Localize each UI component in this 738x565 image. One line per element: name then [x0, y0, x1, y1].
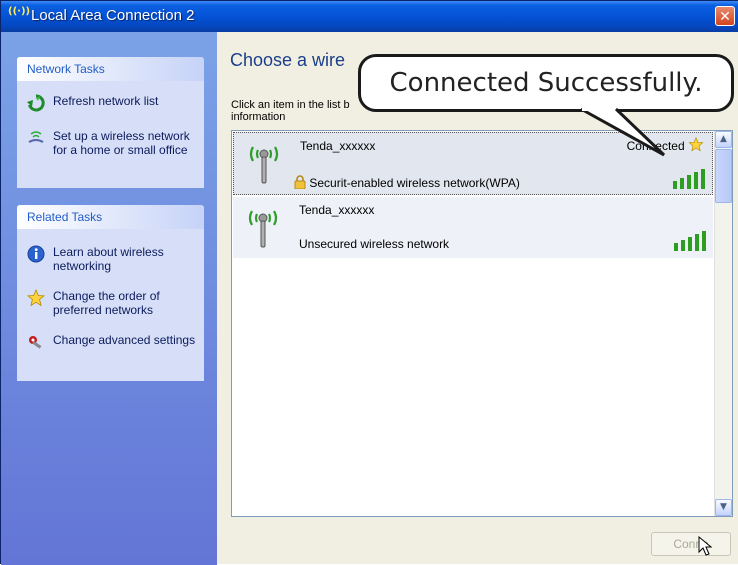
- refresh-icon: [27, 94, 45, 112]
- mouse-cursor-icon: [698, 536, 712, 556]
- learn-wireless-link[interactable]: Learn about wireless networking: [17, 245, 204, 273]
- close-button[interactable]: ✕: [715, 6, 735, 26]
- change-advanced-settings-link[interactable]: Change advanced settings: [17, 333, 204, 349]
- network-name: Tenda_xxxxxx: [300, 139, 376, 153]
- learn-wireless-label: Learn about wireless networking: [53, 245, 164, 273]
- network-security-text: Unsecured wireless network: [299, 237, 450, 251]
- page-heading: Choose a wire: [230, 50, 346, 70]
- network-security-text: Securit-enabled wireless network(WPA): [309, 176, 520, 190]
- scroll-down-button[interactable]: ▼: [715, 499, 732, 516]
- page-description: Click an item in the list b information: [231, 99, 350, 123]
- info-icon: [27, 245, 45, 263]
- network-tasks-panel: Network Tasks Refresh network list Set u…: [17, 57, 204, 188]
- star-icon: [27, 289, 45, 307]
- wireless-connection-window: ((·)) Local Area Connection 2 ✕ Network …: [0, 0, 738, 565]
- change-advanced-settings-label: Change advanced settings: [53, 333, 196, 347]
- settings-icon: [29, 336, 42, 349]
- connect-button[interactable]: Conne: [651, 532, 731, 556]
- wireless-network-list[interactable]: Tenda_xxxxxx Connected Securit-enabled w…: [231, 130, 733, 517]
- signal-strength-icon: [673, 169, 705, 189]
- setup-wireless-network-link[interactable]: Set up a wireless network for a home or …: [17, 129, 204, 157]
- task-sidebar: Network Tasks Refresh network list Set u…: [1, 32, 217, 565]
- vertical-scrollbar[interactable]: ▲ ▼: [714, 131, 732, 516]
- title-bar[interactable]: ((·)) Local Area Connection 2 ✕: [1, 1, 738, 32]
- related-tasks-header: Related Tasks: [17, 205, 204, 229]
- wireless-antenna-icon: [249, 146, 279, 184]
- lock-icon: [294, 175, 306, 190]
- callout-pointer: [580, 107, 666, 157]
- related-tasks-panel: Related Tasks Learn about wireless netwo…: [17, 205, 204, 381]
- window-title: Local Area Connection 2: [31, 7, 195, 24]
- network-tasks-header: Network Tasks: [17, 57, 204, 81]
- scroll-up-button[interactable]: ▲: [715, 131, 732, 148]
- refresh-network-list-link[interactable]: Refresh network list: [17, 94, 204, 112]
- scroll-thumb[interactable]: [715, 149, 732, 203]
- signal-strength-icon: [674, 231, 706, 251]
- network-item[interactable]: Tenda_xxxxxx Unsecured wireless network: [233, 197, 713, 258]
- wireless-setup-icon: [28, 131, 44, 143]
- change-order-link[interactable]: Change the order of preferred networks: [17, 289, 204, 317]
- preferred-star-icon: [688, 136, 704, 152]
- connected-callout: Connected Successfully.: [358, 54, 734, 112]
- network-security: Securit-enabled wireless network(WPA): [294, 175, 520, 190]
- change-order-label: Change the order of preferred networks: [53, 289, 160, 317]
- wireless-antenna-icon: [248, 210, 278, 248]
- refresh-network-list-label: Refresh network list: [53, 94, 159, 108]
- setup-wireless-network-label: Set up a wireless network for a home or …: [53, 129, 190, 157]
- network-name: Tenda_xxxxxx: [299, 203, 375, 217]
- wireless-network-icon: ((·)): [8, 6, 31, 17]
